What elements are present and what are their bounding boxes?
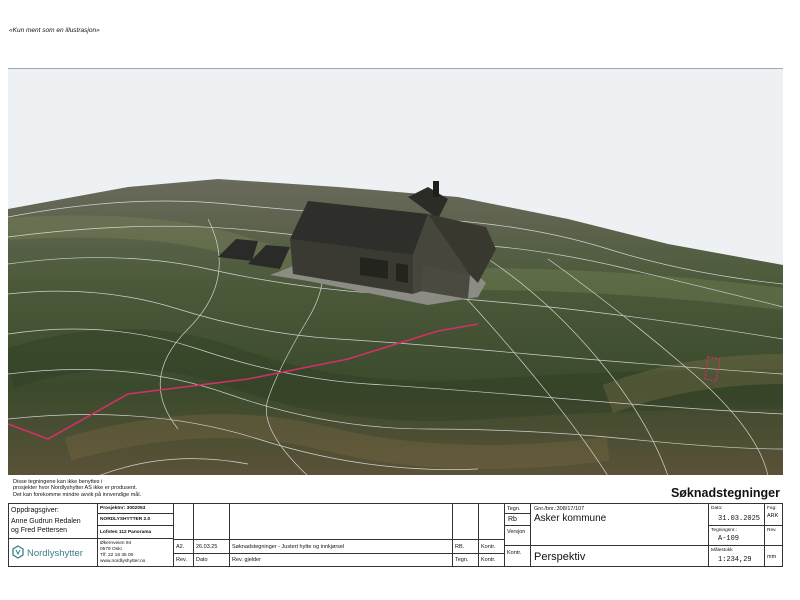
rev-header-description: Rev. gjelder	[230, 554, 453, 567]
disclaimer-text: Disse tegningene kan ikke benyttes i pro…	[13, 479, 183, 498]
client-cell: Oppdragsgiver: Anne Gudrun Redalen og Fr…	[9, 504, 98, 539]
drawing-number-label: Tegningsnr.:	[711, 528, 737, 533]
rev-row-drawn: RB.	[453, 540, 479, 554]
drawing-title-cell: Perspektiv	[531, 546, 709, 567]
rev-header-date: Dato	[194, 554, 230, 567]
disclaimer-line: Det kan forekomme mindre avvik på innven…	[13, 491, 142, 498]
revision-label: Rev.	[767, 528, 777, 533]
rev-header-rev: Rev.	[174, 554, 194, 567]
address-line: 0579 Oslo	[100, 547, 122, 552]
date-value: 31.03.2025	[718, 515, 761, 523]
title-block: Oppdragsgiver: Anne Gudrun Redalen og Fr…	[8, 503, 783, 567]
drawing-number-value: A-109	[718, 535, 740, 543]
illustration-note: «Kun ment som en illustrasjon»	[9, 27, 100, 34]
unit-cell: mm	[765, 546, 783, 567]
version-label: Versjon	[507, 529, 526, 535]
scale-value: 1:234,29	[718, 556, 752, 564]
rev-header-drawn: Tegn.	[453, 554, 479, 567]
company-address-cell: Økernveien 94 0579 Oslo Tlf: 22 16 35 00…	[98, 539, 174, 567]
site-perspective-image	[8, 69, 783, 475]
address-line: Tlf: 22 16 35 00	[100, 553, 134, 558]
company-name: Nordlyshytter	[27, 548, 83, 559]
address-line: Økernveien 94	[100, 541, 132, 546]
municipality: Asker kommune	[534, 513, 607, 524]
drawing-title: Perspektiv	[534, 551, 586, 563]
drawing-number-cell: Tegningsnr.: A-109	[709, 526, 765, 546]
company-website: www.nordlyshytter.no	[100, 559, 146, 564]
client-name: og Fred Pettersen	[11, 527, 68, 534]
revision-cell: Rev.	[765, 526, 783, 546]
rev-header-checked: Kontr.	[479, 554, 505, 567]
project-variant: Lofoten 112 Panorama	[100, 530, 152, 535]
scale-label: Målestokk	[711, 548, 733, 553]
rev-row-date: 26.03.25	[194, 540, 230, 554]
unit-value: mm	[767, 554, 777, 560]
drawn-label: Tegn.	[507, 506, 521, 512]
project-model: NORDLYSHYTTER 2.0	[100, 517, 151, 522]
property-cell: Gnr./bnr.:308/17/107 Asker kommune	[531, 504, 709, 546]
drawn-by-value: Rb	[508, 516, 517, 523]
rev-row-checked: Kontr.	[479, 540, 505, 554]
date-cell: Dato: 31.03.2025	[709, 504, 765, 526]
rev-row-rev: A2.	[174, 540, 194, 554]
control-label: Kontr.	[507, 550, 522, 556]
discipline-label: Fag:	[767, 506, 777, 511]
rev-row-description: Søknadstegninger - Justert hytte og innk…	[230, 540, 453, 554]
client-name: Anne Gudrun Redalen	[11, 518, 81, 525]
client-label: Oppdragsgiver:	[11, 507, 59, 514]
property-id: Gnr./bnr.:308/17/107	[534, 506, 585, 512]
date-label: Dato:	[711, 506, 723, 511]
perspective-render	[8, 68, 783, 475]
discipline-cell: Fag: ARK	[765, 504, 783, 526]
discipline-value: ARK	[767, 513, 779, 519]
scale-cell: Målestokk 1:234,29	[709, 546, 765, 567]
company-logo-cell: Nordlyshytter	[9, 539, 98, 567]
nordlyshytter-logo-icon	[12, 545, 24, 559]
project-number: Prosjektnr: 3002053	[100, 506, 146, 511]
document-type-heading: Søknadstegninger	[670, 486, 780, 500]
